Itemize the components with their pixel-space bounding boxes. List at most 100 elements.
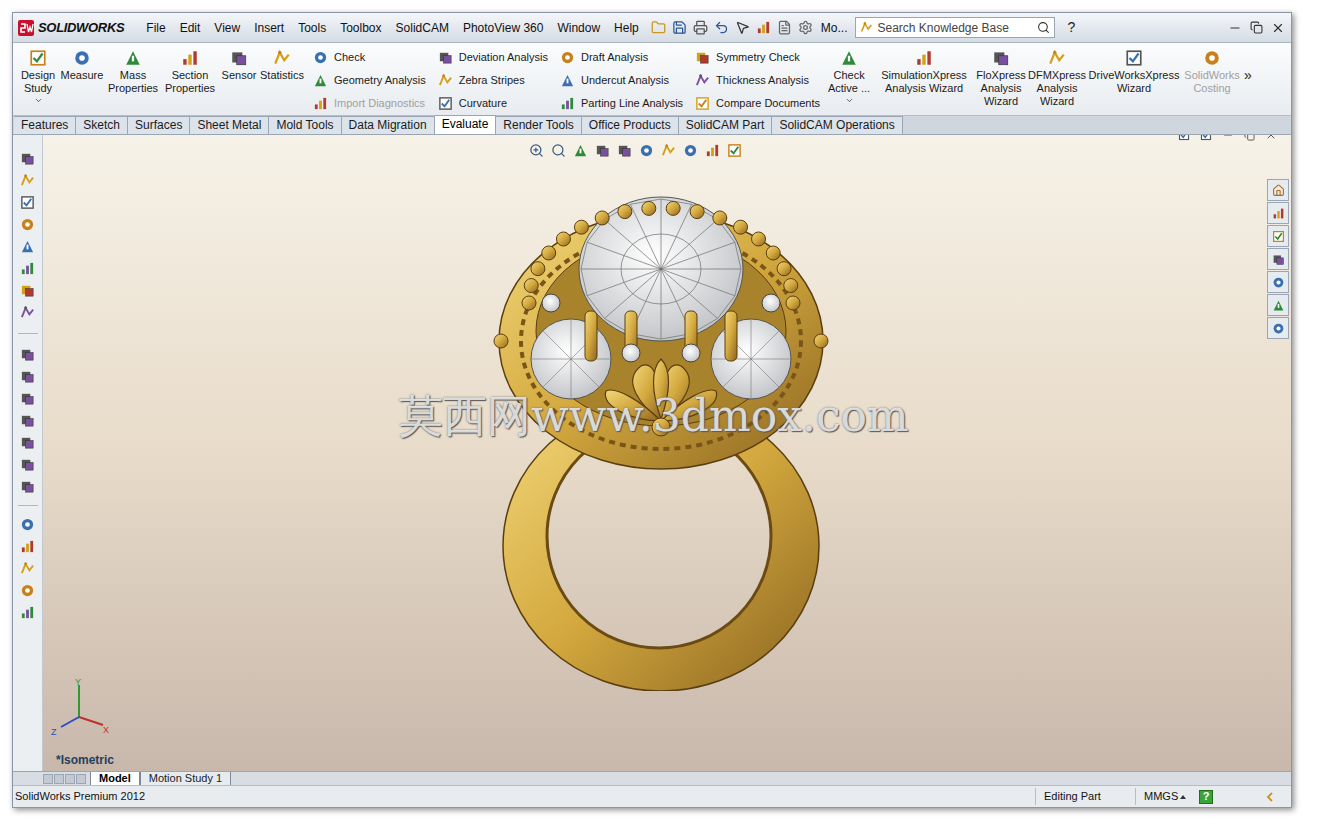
status-help[interactable]: ? <box>1199 790 1213 804</box>
command-icon <box>1203 49 1221 67</box>
task-pane-tab[interactable] <box>1267 271 1289 293</box>
command-button[interactable]: Check Active ... <box>824 43 874 105</box>
restore-icon[interactable] <box>1250 21 1263 34</box>
menu-item[interactable]: Window <box>551 19 606 37</box>
command-tab[interactable]: Sketch <box>76 116 128 134</box>
command-icon <box>695 96 710 111</box>
search-icon[interactable] <box>1037 21 1050 34</box>
menu-item[interactable]: Help <box>608 19 645 37</box>
task-pane-tab[interactable] <box>1267 179 1289 201</box>
command-button[interactable]: DriveWorksXpress Wizard <box>1086 43 1182 95</box>
command-item[interactable]: Zebra Stripes <box>438 69 548 92</box>
file-properties-icon[interactable] <box>777 20 792 35</box>
command-tab[interactable]: Render Tools <box>496 116 582 134</box>
command-icon <box>438 96 453 111</box>
command-item[interactable]: Import Diagnostics <box>313 92 426 115</box>
close-icon[interactable] <box>1271 21 1285 35</box>
task-pane-tab[interactable] <box>1267 294 1289 316</box>
undo-icon[interactable] <box>714 20 729 35</box>
graphics-area[interactable]: 莫西网www.3dmox.comYXZ*Isometric <box>43 135 1291 771</box>
view-option-icon <box>705 143 720 158</box>
task-pane-tab[interactable] <box>1267 225 1289 247</box>
open-icon[interactable] <box>651 20 666 35</box>
search-box[interactable]: Search Knowledge Base <box>855 17 1055 38</box>
split-view-icon <box>1200 135 1212 141</box>
command-item[interactable]: Parting Line Analysis <box>560 92 683 115</box>
command-manager: Design StudyMeasureMass PropertiesSectio… <box>13 43 1291 116</box>
status-expand-icon[interactable] <box>1265 792 1275 802</box>
close-doc-icon[interactable] <box>1265 135 1277 141</box>
command-button[interactable]: Design Study <box>17 43 59 105</box>
command-item[interactable]: Compare Documents <box>695 92 820 115</box>
command-item[interactable]: Geometry Analysis <box>313 69 426 92</box>
command-item[interactable]: Thickness Analysis <box>695 69 820 92</box>
print-icon[interactable] <box>693 20 708 35</box>
sketch-tool-icon <box>20 173 35 188</box>
rebuild-icon <box>756 20 771 35</box>
command-tab[interactable]: Features <box>14 116 76 134</box>
task-pane-tab[interactable] <box>1267 202 1289 224</box>
command-tab[interactable]: Data Migration <box>342 116 435 134</box>
command-tab[interactable]: Office Products <box>582 116 679 134</box>
bottom-tab[interactable]: Model <box>90 772 140 785</box>
menu-item[interactable]: View <box>208 19 246 37</box>
command-tab[interactable]: Evaluate <box>435 115 497 134</box>
app-logo[interactable]: SOLIDWORKS <box>17 18 138 38</box>
task-pane-tab[interactable] <box>1267 248 1289 270</box>
sketch-tool-icon <box>20 195 35 210</box>
command-item[interactable]: Undercut Analysis <box>560 69 683 92</box>
minimize-doc-icon[interactable] <box>1222 135 1234 141</box>
menu-item[interactable]: PhotoView 360 <box>457 19 550 37</box>
task-pane-tab[interactable] <box>1267 317 1289 339</box>
command-item[interactable]: Symmetry Check <box>695 46 820 69</box>
command-item[interactable]: Draft Analysis <box>560 46 683 69</box>
command-tab[interactable]: SolidCAM Operations <box>772 116 902 134</box>
command-button[interactable]: Section Properties <box>161 43 219 95</box>
menu-item[interactable]: Tools <box>292 19 332 37</box>
command-item[interactable]: Deviation Analysis <box>438 46 548 69</box>
menu-item[interactable]: File <box>140 19 171 37</box>
menu-item[interactable]: Toolbox <box>334 19 387 37</box>
restore-doc-icon[interactable] <box>1244 135 1255 141</box>
command-button[interactable]: SolidWorks Costing <box>1182 43 1242 95</box>
save-icon[interactable] <box>672 20 687 35</box>
menu-item[interactable]: SolidCAM <box>390 19 455 37</box>
command-tab[interactable]: Sheet Metal <box>190 116 269 134</box>
select-icon[interactable] <box>735 20 750 35</box>
feature-tool-icon <box>20 583 35 598</box>
command-icon <box>840 49 858 67</box>
quick-access-toolbar <box>651 20 813 35</box>
command-button[interactable]: FloXpress Analysis Wizard <box>974 43 1028 108</box>
tab-scroll-buttons[interactable] <box>43 772 90 785</box>
view-tool-icon <box>20 347 35 362</box>
help-button[interactable]: ? <box>1067 17 1075 38</box>
zoom-to-area-icon[interactable] <box>551 143 566 158</box>
command-tab[interactable]: SolidCAM Part <box>679 116 773 134</box>
task-pane-tabs <box>1267 179 1289 339</box>
units-arrow-icon[interactable] <box>1179 793 1187 801</box>
minimize-icon[interactable] <box>1228 21 1242 35</box>
command-icon <box>313 73 328 88</box>
overflow-button[interactable]: » <box>1242 43 1252 86</box>
command-button[interactable]: SimulationXpress Analysis Wizard <box>874 43 974 95</box>
command-item[interactable]: Check <box>313 46 426 69</box>
command-icon <box>560 50 575 65</box>
command-button[interactable]: Sensor <box>219 43 259 82</box>
command-tab[interactable]: Surfaces <box>128 116 190 134</box>
command-button[interactable]: Mass Properties <box>105 43 161 95</box>
command-item[interactable]: Curvature <box>438 92 548 115</box>
dropdown-arrow-icon[interactable] <box>845 96 854 105</box>
command-button[interactable]: Statistics <box>259 43 305 82</box>
bottom-tab[interactable]: Motion Study 1 <box>140 772 231 785</box>
status-units[interactable]: MMGS <box>1135 788 1179 805</box>
menu-item[interactable]: Insert <box>248 19 290 37</box>
command-tab[interactable]: Mold Tools <box>269 116 341 134</box>
zoom-to-fit-icon[interactable] <box>529 143 544 158</box>
more-menu[interactable]: Mo... <box>821 19 848 37</box>
task-pane-icon <box>1272 207 1285 220</box>
menu-item[interactable]: Edit <box>174 19 207 37</box>
dropdown-arrow-icon[interactable] <box>34 96 43 105</box>
command-button[interactable]: DFMXpress Analysis Wizard <box>1028 43 1086 108</box>
options-icon[interactable] <box>798 20 813 35</box>
command-button[interactable]: Measure <box>59 43 105 82</box>
